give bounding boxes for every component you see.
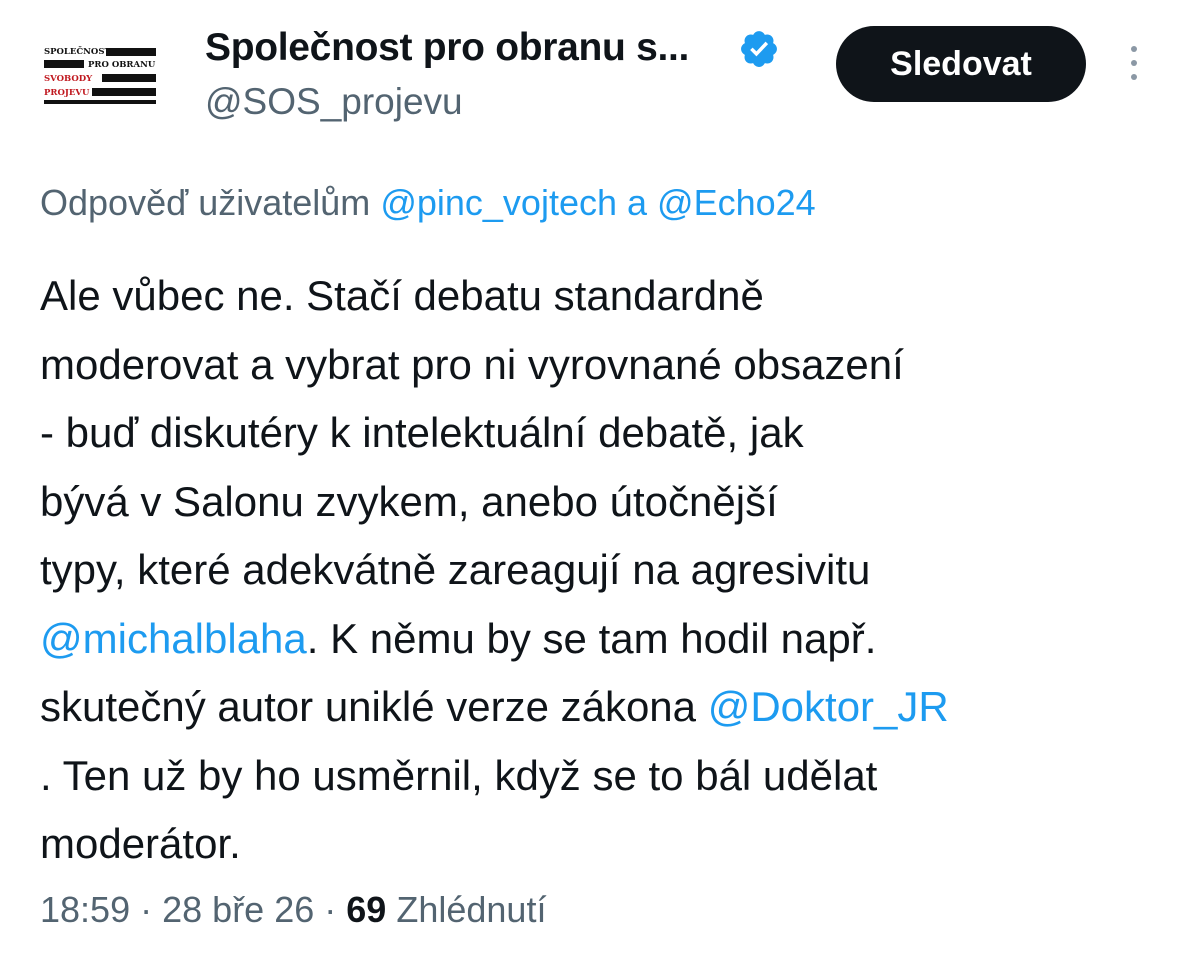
- mention-link[interactable]: @michalblaha: [40, 615, 307, 662]
- verified-badge-icon: [741, 31, 777, 67]
- tweet-time[interactable]: 18:59: [40, 889, 130, 930]
- tweet-meta: 18:59 · 28 bře 26 · 69 Zhlédnutí: [40, 886, 546, 934]
- avatar[interactable]: SPOLEČNOST PRO OBRANU SVOBODY PROJEVU: [40, 38, 164, 110]
- tweet-line: bývá v Salonu zvykem, anebo útočnější: [40, 477, 778, 525]
- author-display-name[interactable]: Společnost pro obranu s...: [205, 26, 689, 70]
- svg-text:SVOBODY: SVOBODY: [44, 74, 93, 84]
- tweet-line: typy, které adekvátně zareagují na agres…: [40, 546, 871, 593]
- tweet-line: Ale vůbec ne. Stačí debatu standardně: [40, 272, 764, 319]
- tweet-text-segment: . K němu by se tam hodil např.: [306, 614, 877, 662]
- more-vertical-icon[interactable]: [1122, 44, 1146, 84]
- sos-logo-icon: SPOLEČNOST PRO OBRANU SVOBODY PROJEVU: [40, 38, 164, 110]
- mention-link[interactable]: @Echo24: [657, 182, 816, 223]
- reply-joiner[interactable]: a: [627, 182, 647, 223]
- tweet-text: Ale vůbec ne. Stačí debatu standardně mo…: [40, 262, 1175, 879]
- mention-link[interactable]: @pinc_vojtech: [380, 182, 617, 223]
- svg-text:PROJEVU: PROJEVU: [44, 88, 90, 98]
- reply-prefix: Odpověď uživatelům: [40, 182, 371, 223]
- svg-text:PRO OBRANU: PRO OBRANU: [88, 60, 156, 70]
- tweet-line: - buď diskutéry k intelektuální debatě, …: [40, 409, 804, 456]
- tweet-line: . Ten už by ho usměrnil, když se to bál …: [40, 751, 878, 799]
- mention-link[interactable]: @Doktor_JR: [708, 683, 949, 730]
- tweet-date[interactable]: 28 bře 26: [162, 889, 314, 930]
- reply-context: Odpověď uživatelům @pinc_vojtech a @Echo…: [40, 180, 816, 226]
- views-count[interactable]: 69: [346, 889, 386, 930]
- tweet-line: skutečný autor uniklé verze zákona @Dokt…: [40, 673, 1175, 742]
- meta-separator: ·: [140, 889, 153, 930]
- views-label[interactable]: Zhlédnutí: [396, 889, 546, 930]
- author-handle[interactable]: @SOS_projevu: [205, 80, 463, 124]
- tweet-line: moderátor.: [40, 820, 241, 867]
- tweet-text-segment: skutečný autor uniklé verze zákona: [40, 683, 708, 730]
- tweet-line: @michalblaha. K němu by se tam hodil nap…: [40, 605, 1175, 674]
- svg-text:SPOLEČNOST: SPOLEČNOST: [44, 45, 111, 57]
- tweet-line: moderovat a vybrat pro ni vyrovnané obsa…: [40, 340, 904, 388]
- follow-button[interactable]: Sledovat: [836, 26, 1086, 102]
- meta-separator: ·: [324, 889, 337, 930]
